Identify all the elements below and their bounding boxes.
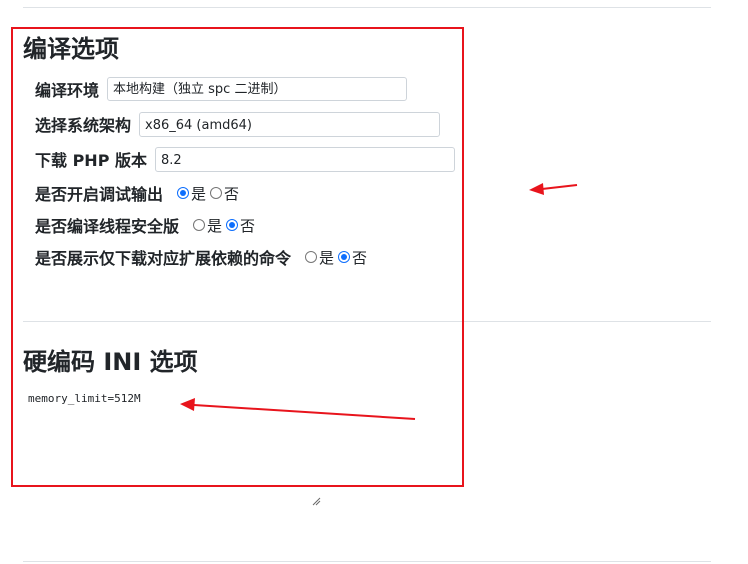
thread-safe-no-radio-icon[interactable] <box>226 219 239 231</box>
arch-select[interactable]: x86_64 (amd64) <box>139 111 441 137</box>
thread-safe-row: 是否编译线程安全版 是 否 <box>35 212 255 238</box>
thread-safe-yes-radio-icon[interactable] <box>193 219 206 231</box>
arch-row: 选择系统架构 x86_64 (amd64) <box>35 111 441 137</box>
download-deps-yes-text: 是 <box>319 248 335 267</box>
thread-safe-yes-option[interactable]: 是 <box>193 215 222 236</box>
debug-output-row: 是否开启调试输出 是 否 <box>35 180 239 206</box>
debug-output-no-option[interactable]: 否 <box>210 183 239 204</box>
php-version-label: 下载 PHP 版本 <box>35 151 147 170</box>
resize-handle-icon[interactable] <box>311 496 321 506</box>
debug-output-yes-radio-icon[interactable] <box>177 187 190 199</box>
debug-output-no-radio-icon[interactable] <box>210 187 223 199</box>
download-deps-no-option[interactable]: 否 <box>338 247 367 268</box>
bottom-divider <box>23 561 711 562</box>
thread-safe-no-text: 否 <box>240 216 256 235</box>
top-divider <box>23 7 711 8</box>
debug-output-label: 是否开启调试输出 <box>35 185 164 204</box>
ini-options-heading: 硬编码 INI 选项 <box>23 348 198 376</box>
build-env-row: 编译环境 本地构建（独立 spc 二进制） <box>35 76 408 102</box>
build-env-select[interactable]: 本地构建（独立 spc 二进制） <box>107 77 408 101</box>
compile-options-heading: 编译选项 <box>23 35 119 63</box>
download-deps-row: 是否展示仅下载对应扩展依赖的命令 是 否 <box>35 244 367 270</box>
thread-safe-yes-text: 是 <box>207 216 223 235</box>
build-env-label: 编译环境 <box>35 81 100 100</box>
debug-output-yes-option[interactable]: 是 <box>177 183 206 204</box>
middle-divider <box>23 321 711 322</box>
download-deps-yes-radio-icon[interactable] <box>305 251 318 263</box>
ini-textarea[interactable]: memory_limit=512M <box>23 388 463 506</box>
arch-label: 选择系统架构 <box>35 116 132 135</box>
debug-output-no-text: 否 <box>224 184 240 203</box>
download-deps-yes-option[interactable]: 是 <box>305 247 334 268</box>
download-deps-label: 是否展示仅下载对应扩展依赖的命令 <box>35 249 292 268</box>
thread-safe-no-option[interactable]: 否 <box>226 215 255 236</box>
php-version-row: 下载 PHP 版本 8.2 <box>35 146 455 172</box>
download-deps-no-text: 否 <box>352 248 368 267</box>
php-version-select[interactable]: 8.2 <box>155 146 455 172</box>
download-deps-no-radio-icon[interactable] <box>338 251 351 263</box>
thread-safe-label: 是否编译线程安全版 <box>35 217 180 236</box>
debug-output-yes-text: 是 <box>191 184 207 203</box>
